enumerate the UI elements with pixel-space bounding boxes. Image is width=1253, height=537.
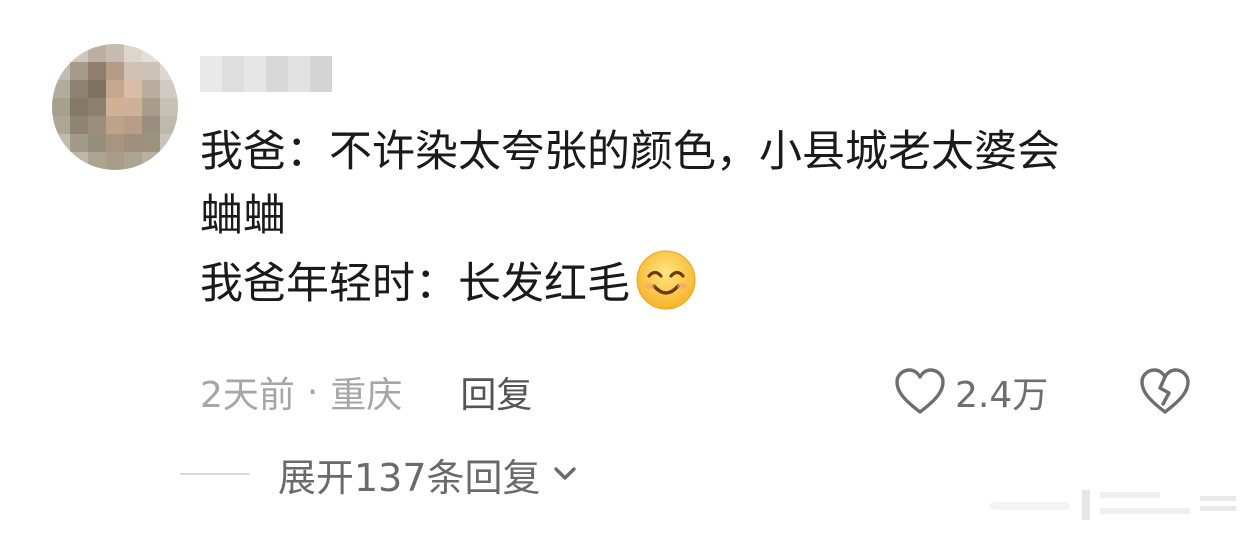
reply-button[interactable]: 回复 xyxy=(460,366,532,418)
comment-meta: 2天前 · 重庆 回复 xyxy=(200,366,532,418)
comment-line-text: 我爸年轻时：长发红毛 xyxy=(200,259,630,309)
smiling-face-emoji xyxy=(636,250,696,310)
divider-line xyxy=(180,473,250,475)
expand-replies-label: 展开137条回复 xyxy=(278,455,541,500)
comment-line: 我爸：不许染太夸张的颜色，小县城老太婆会 xyxy=(200,127,1060,177)
expand-replies-button[interactable]: 展开137条回复 xyxy=(180,444,579,504)
meta-separator: · xyxy=(306,371,319,413)
broken-heart-icon xyxy=(1140,368,1190,414)
chevron-down-icon xyxy=(553,467,576,480)
dislike-button[interactable] xyxy=(1138,364,1192,420)
comment-line: 我爸年轻时：长发红毛 xyxy=(200,248,1210,316)
comment-location: 重庆 xyxy=(330,375,403,416)
like-button[interactable]: 2.4万 xyxy=(893,364,1048,420)
avatar[interactable] xyxy=(52,44,178,170)
heart-outline-icon xyxy=(895,368,945,414)
comment-time: 2天前 xyxy=(200,375,295,416)
like-count: 2.4万 xyxy=(955,375,1049,416)
comment-line: 蛐蛐 xyxy=(200,191,286,241)
username[interactable] xyxy=(200,56,332,92)
comment-text: 我爸：不许染太夸张的颜色，小县城老太婆会 蛐蛐 我爸年轻时：长发红毛 xyxy=(200,120,1210,316)
watermark-mark xyxy=(990,490,1236,520)
